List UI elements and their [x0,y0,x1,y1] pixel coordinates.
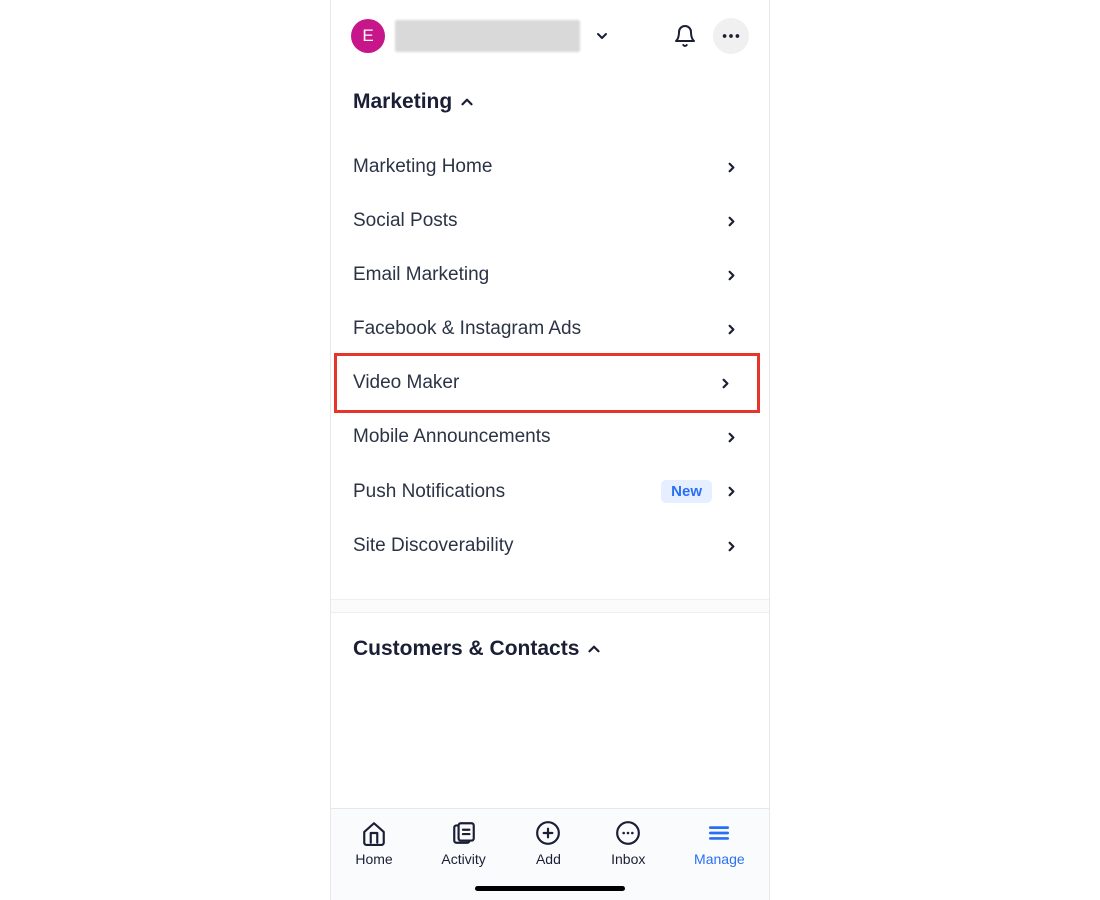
list-item-social-posts[interactable]: Social Posts [331,194,769,248]
account-switcher[interactable] [594,28,610,44]
nav-home[interactable]: Home [355,819,392,867]
nav-inbox[interactable]: Inbox [611,819,645,867]
chevron-right-icon [724,214,739,229]
chevron-right-icon [724,160,739,175]
chevron-right-icon [724,430,739,445]
chevron-right-icon [724,484,739,499]
nav-label: Activity [441,851,485,867]
inbox-icon [615,820,641,846]
chevron-right-icon [724,322,739,337]
list-item-facebook-instagram-ads[interactable]: Facebook & Instagram Ads [331,302,769,356]
section-title: Customers & Contacts [353,637,579,661]
list-item-site-discoverability[interactable]: Site Discoverability [331,519,769,573]
nav-manage[interactable]: Manage [694,819,745,867]
list-label: Email Marketing [353,264,724,286]
list-label: Video Maker [353,372,718,394]
list-item-email-marketing[interactable]: Email Marketing [331,248,769,302]
app-screen: E Marketing Marketing Home Social Posts [330,0,770,900]
bell-icon [673,24,697,48]
list-item-mobile-announcements[interactable]: Mobile Announcements [331,410,769,464]
section-marketing-header[interactable]: Marketing [331,66,769,126]
list-label: Marketing Home [353,156,724,178]
nav-activity[interactable]: Activity [441,819,485,867]
nav-label: Inbox [611,851,645,867]
list-item-push-notifications[interactable]: Push Notifications New [331,464,769,519]
list-item-video-maker[interactable]: Video Maker [337,356,757,410]
avatar-initial: E [362,26,373,46]
plus-circle-icon [535,820,561,846]
nav-add[interactable]: Add [534,819,562,867]
chevron-right-icon [724,268,739,283]
list-label: Mobile Announcements [353,426,724,448]
list-label: Site Discoverability [353,535,724,557]
home-icon [361,820,387,846]
section-divider [331,599,769,613]
nav-label: Add [536,851,561,867]
section-customers-header[interactable]: Customers & Contacts [331,613,769,673]
home-indicator [475,886,625,891]
nav-label: Manage [694,851,745,867]
list-label: Push Notifications [353,481,661,503]
list-label: Facebook & Instagram Ads [353,318,724,340]
top-bar: E [331,0,769,66]
chevron-right-icon [724,539,739,554]
list-item-marketing-home[interactable]: Marketing Home [331,140,769,194]
chevron-up-icon [458,93,476,111]
chevron-right-icon [718,376,733,391]
marketing-list: Marketing Home Social Posts Email Market… [331,126,769,599]
more-horizontal-icon [720,25,742,47]
more-menu-button[interactable] [713,18,749,54]
bottom-nav: Home Activity Add Inbox Manage [331,808,769,900]
avatar[interactable]: E [351,19,385,53]
chevron-up-icon [585,640,603,658]
menu-icon [706,820,732,846]
chevron-down-icon [594,28,610,44]
account-name-blurred[interactable] [395,20,580,52]
activity-icon [451,820,477,846]
nav-label: Home [355,851,392,867]
new-badge: New [661,480,712,503]
list-label: Social Posts [353,210,724,232]
notifications-button[interactable] [667,18,703,54]
section-title: Marketing [353,90,452,114]
